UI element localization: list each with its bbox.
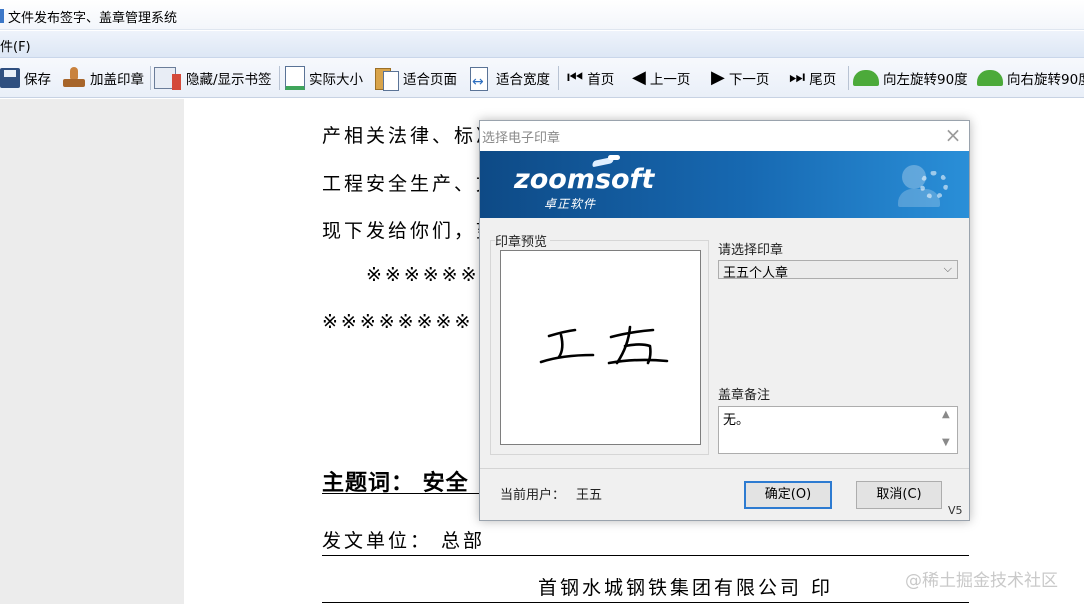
stamp-icon (62, 67, 86, 89)
app-icon (0, 9, 4, 23)
bookmark-pane[interactable] (0, 99, 184, 604)
next-page-icon: ▶ (711, 67, 725, 88)
prev-page-button[interactable]: ◀ 上一页 (632, 64, 690, 92)
cancel-button[interactable]: 取消(C) (856, 481, 942, 509)
ok-button[interactable]: 确定(O) (744, 481, 832, 509)
last-page-icon: ⏭ (789, 67, 806, 88)
select-seal-label: 请选择印章 (718, 243, 784, 258)
divider (322, 602, 969, 603)
last-page-button[interactable]: ⏭ 尾页 (789, 64, 836, 92)
first-page-button[interactable]: ⏮ 首页 (567, 64, 614, 92)
selected-seal: 王五个人章 (723, 266, 789, 281)
remark-label: 盖章备注 (718, 388, 771, 403)
doc-line: 产相关法律、标准 (322, 125, 499, 147)
save-button[interactable]: 保存 (0, 64, 51, 92)
prev-page-icon: ◀ (632, 67, 646, 88)
first-page-icon: ⏮ (567, 67, 584, 88)
remark-text: 无。 (723, 413, 750, 428)
doc-line: ※※※※※※※※ (322, 311, 474, 333)
issuer-line: 发文单位： 总部 (322, 530, 486, 552)
seal-select[interactable]: 王五个人章 ⌵ (718, 260, 958, 281)
menu-bar: 件(F) (0, 31, 1084, 58)
preview-label: 印章预览 (495, 231, 551, 250)
select-seal-dialog: 选择电子印章 × zoomsoft 卓正软件 印章预览 请选择印章 王五个人章 … (479, 120, 970, 521)
version-label: V5 (948, 504, 963, 517)
close-icon[interactable]: × (942, 124, 964, 146)
fit-page-button[interactable]: 适合页面 (375, 64, 457, 92)
toolbar-separator (558, 66, 559, 90)
company-seal-line: 首钢水城钢铁集团有限公司 印 (538, 577, 834, 599)
seal-preview (500, 250, 701, 445)
doc-line: ※※※※※※ (366, 264, 480, 286)
dialog-title: 选择电子印章 (482, 131, 561, 146)
watermark: @稀土掘金技术社区 (905, 571, 1058, 591)
page-icon (285, 66, 305, 90)
toolbar-separator (279, 66, 280, 90)
toolbar: 保存 加盖印章 隐藏/显示书签 实际大小 适合页面 适合宽度 ⏮ 首页 ◀ 上一… (0, 58, 1084, 98)
gear-icon (920, 171, 948, 199)
current-user-label: 当前用户： (500, 488, 566, 503)
fit-width-button[interactable]: 适合宽度 (468, 64, 550, 92)
doc-line: 工程安全生产、文 (322, 173, 499, 195)
rotate-right-button[interactable]: 向右旋转90度 (977, 64, 1084, 92)
rotate-left-button[interactable]: 向左旋转90度 (853, 64, 968, 92)
window-title: 文件发布签字、盖章管理系统 (8, 11, 178, 26)
remark-scrollbar[interactable]: ▲ ▼ (939, 407, 957, 453)
rotate-right-icon (977, 70, 1003, 86)
bookmark-icon (154, 67, 181, 90)
vendor-subtitle: 卓正软件 (544, 197, 597, 211)
toolbar-separator (848, 66, 849, 90)
vendor-banner: zoomsoft 卓正软件 (480, 151, 969, 218)
scroll-down-icon[interactable]: ▼ (942, 437, 950, 448)
divider (322, 555, 969, 556)
dialog-titlebar: 选择电子印章 × (480, 121, 969, 151)
window-titlebar: 文件发布签字、盖章管理系统 (0, 0, 1084, 30)
footer-divider (480, 468, 969, 469)
signature-image (539, 325, 669, 365)
chevron-down-icon: ⌵ (943, 262, 952, 275)
actual-size-button[interactable]: 实际大小 (285, 64, 363, 92)
current-user-name: 王五 (576, 488, 603, 503)
rotate-left-icon (853, 70, 879, 86)
remark-field[interactable]: 无。 ▲ ▼ (718, 406, 958, 454)
save-icon (0, 68, 20, 88)
vendor-logo: zoomsoft (514, 164, 655, 195)
fit-width-icon (468, 66, 492, 91)
next-page-button[interactable]: ▶ 下一页 (711, 64, 769, 92)
toggle-bookmarks-button[interactable]: 隐藏/显示书签 (154, 64, 272, 92)
menu-file[interactable]: 件(F) (0, 36, 31, 55)
doc-line: 现下发给你们，望 (322, 220, 499, 242)
toolbar-separator (150, 66, 151, 90)
fit-page-icon (375, 66, 399, 91)
stamp-button[interactable]: 加盖印章 (62, 64, 144, 92)
scroll-up-icon[interactable]: ▲ (942, 409, 950, 420)
